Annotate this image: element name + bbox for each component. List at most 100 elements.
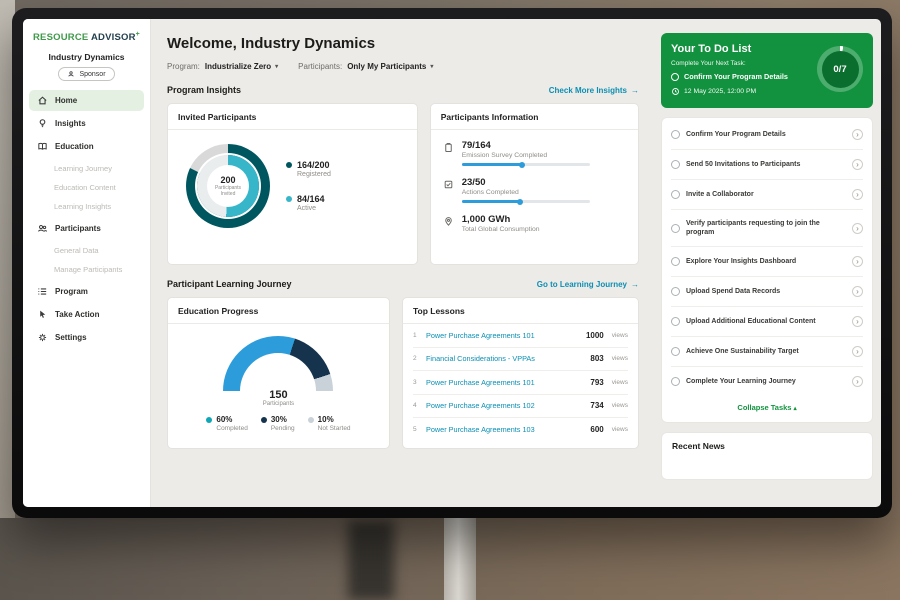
chevron-down-icon: ▾ <box>430 63 433 70</box>
home-icon <box>37 95 48 106</box>
participants-information-card: Participants Information 79/164 Emission… <box>430 103 639 265</box>
chevron-right-icon[interactable]: › <box>852 159 863 170</box>
lesson-link[interactable]: Power Purchase Agreements 102 <box>426 401 584 410</box>
logo-text-primary: RESOURCE <box>33 32 88 43</box>
chevron-right-icon[interactable]: › <box>852 376 863 387</box>
program-filter: Program: Industrialize Zero ▾ <box>167 62 278 71</box>
participants-filter-dropdown[interactable]: Only My Participants ▾ <box>347 62 433 71</box>
sidebar-item-learning-insights[interactable]: Learning Insights <box>23 197 150 216</box>
education-gauge: 150 Participants <box>223 336 333 394</box>
checkbox-icon[interactable] <box>671 73 679 81</box>
sidebar-item-education-content[interactable]: Education Content <box>23 178 150 197</box>
sidebar-item-learning-journey[interactable]: Learning Journey <box>23 159 150 178</box>
info-row: 79/164 Emission Survey Completed <box>443 140 626 166</box>
chevron-right-icon[interactable]: › <box>852 316 863 327</box>
education-icon <box>37 141 48 152</box>
task-item[interactable]: Confirm Your Program Details › <box>671 120 863 150</box>
clipboard-icon <box>443 142 454 153</box>
background-shadow <box>348 520 394 600</box>
task-item[interactable]: Invite a Collaborator › <box>671 180 863 210</box>
legend-dot <box>286 196 292 202</box>
chevron-right-icon[interactable]: › <box>852 189 863 200</box>
lesson-link[interactable]: Power Purchase Agreements 103 <box>426 425 584 434</box>
lesson-link[interactable]: Power Purchase Agreements 101 <box>426 378 584 387</box>
background: RESOURCE ADVISOR+ Industry Dynamics Spon… <box>0 0 900 600</box>
recent-news-card: Recent News <box>661 432 873 480</box>
sidebar-item-label: Participants <box>55 224 101 233</box>
participants-filter-label: Participants: <box>298 62 342 71</box>
arrow-right-icon: → <box>631 280 639 289</box>
task-item[interactable]: Verify participants requesting to join t… <box>671 210 863 247</box>
lesson-row: 2 Financial Considerations - VPPAs 803 v… <box>413 348 628 372</box>
task-item[interactable]: Complete Your Learning Journey › <box>671 367 863 396</box>
sidebar-item-label: Education <box>55 142 94 151</box>
arrow-right-icon: → <box>631 86 639 95</box>
checkbox-icon[interactable] <box>671 347 680 356</box>
legend-item: 30% Pending <box>261 415 295 432</box>
todo-next-task[interactable]: Confirm Your Program Details <box>671 72 813 81</box>
checkbox-icon[interactable] <box>671 130 680 139</box>
location-pin-icon <box>443 216 454 227</box>
sidebar-item-program[interactable]: Program <box>29 281 144 302</box>
learning-cards-row: Education Progress 150 Participants <box>167 297 639 449</box>
invited-participants-card: Invited Participants 200 Participants In… <box>167 103 418 265</box>
checkbox-icon[interactable] <box>671 190 680 199</box>
sidebar-item-general-data[interactable]: General Data <box>23 241 150 260</box>
filters-row: Program: Industrialize Zero ▾ Participan… <box>167 62 639 71</box>
task-item[interactable]: Upload Additional Educational Content › <box>671 307 863 337</box>
progress-bar <box>462 163 590 166</box>
program-insights-header: Program Insights Check More Insights → <box>167 85 639 95</box>
sidebar-item-label: Program <box>55 287 88 296</box>
chevron-right-icon[interactable]: › <box>852 129 863 140</box>
todo-header-card: Your To Do List Complete Your Next Task:… <box>661 33 873 108</box>
checkbox-icon[interactable] <box>671 160 680 169</box>
checkbox-icon[interactable] <box>671 257 680 266</box>
lesson-row: 3 Power Purchase Agreements 101 793 view… <box>413 371 628 395</box>
checkbox-icon[interactable] <box>671 224 680 233</box>
task-item[interactable]: Explore Your Insights Dashboard › <box>671 247 863 277</box>
legend-item: 84/164 Active <box>286 194 331 212</box>
insights-icon <box>37 118 48 129</box>
sidebar-item-take-action[interactable]: Take Action <box>29 304 144 325</box>
chevron-right-icon[interactable]: › <box>852 286 863 297</box>
progress-fill <box>462 200 521 203</box>
sidebar-item-education[interactable]: Education <box>29 136 144 157</box>
go-to-learning-journey-link[interactable]: Go to Learning Journey → <box>537 280 639 289</box>
chevron-right-icon[interactable]: › <box>852 256 863 267</box>
task-item[interactable]: Send 50 Invitations to Participants › <box>671 150 863 180</box>
check-more-insights-link[interactable]: Check More Insights → <box>549 86 639 95</box>
card-title: Education Progress <box>168 298 389 324</box>
sidebar-item-label: Take Action <box>55 310 99 319</box>
lesson-link[interactable]: Financial Considerations - VPPAs <box>426 354 584 363</box>
take-action-icon <box>37 309 48 320</box>
sidebar-item-insights[interactable]: Insights <box>29 113 144 134</box>
sidebar-item-home[interactable]: Home <box>29 90 144 111</box>
sidebar-item-manage-participants[interactable]: Manage Participants <box>23 260 150 279</box>
chevron-down-icon: ▾ <box>275 63 278 70</box>
legend-item: 60% Completed <box>206 415 247 432</box>
sidebar-item-participants[interactable]: Participants <box>29 218 144 239</box>
lesson-row: 4 Power Purchase Agreements 102 734 view… <box>413 395 628 419</box>
sidebar-item-settings[interactable]: Settings <box>29 327 144 348</box>
invited-donut-outer: 200 Participants Invited <box>186 144 270 228</box>
checkbox-icon[interactable] <box>671 287 680 296</box>
sidebar-item-label: Home <box>55 96 77 105</box>
sponsor-icon <box>67 70 75 78</box>
collapse-tasks-link[interactable]: Collapse Tasks ▴ <box>671 396 863 420</box>
chevron-right-icon[interactable]: › <box>852 346 863 357</box>
lesson-row: 5 Power Purchase Agreements 103 600 view… <box>413 418 628 442</box>
task-item[interactable]: Achieve One Sustainability Target › <box>671 337 863 367</box>
sponsor-badge[interactable]: Sponsor <box>58 67 114 81</box>
education-progress-card: Education Progress 150 Participants <box>167 297 390 449</box>
checkbox-icon[interactable] <box>671 377 680 386</box>
checkbox-icon[interactable] <box>671 317 680 326</box>
program-filter-dropdown[interactable]: Industrialize Zero ▾ <box>205 62 278 71</box>
sidebar-nav: Home Insights Education Learning Journey… <box>23 90 150 348</box>
sponsor-label: Sponsor <box>79 71 105 78</box>
chevron-right-icon[interactable]: › <box>852 223 863 234</box>
lesson-link[interactable]: Power Purchase Agreements 101 <box>426 331 580 340</box>
chevron-up-icon: ▴ <box>794 406 797 412</box>
task-item[interactable]: Upload Spend Data Records › <box>671 277 863 307</box>
progress-bar <box>462 200 590 203</box>
card-title: Invited Participants <box>168 104 417 130</box>
